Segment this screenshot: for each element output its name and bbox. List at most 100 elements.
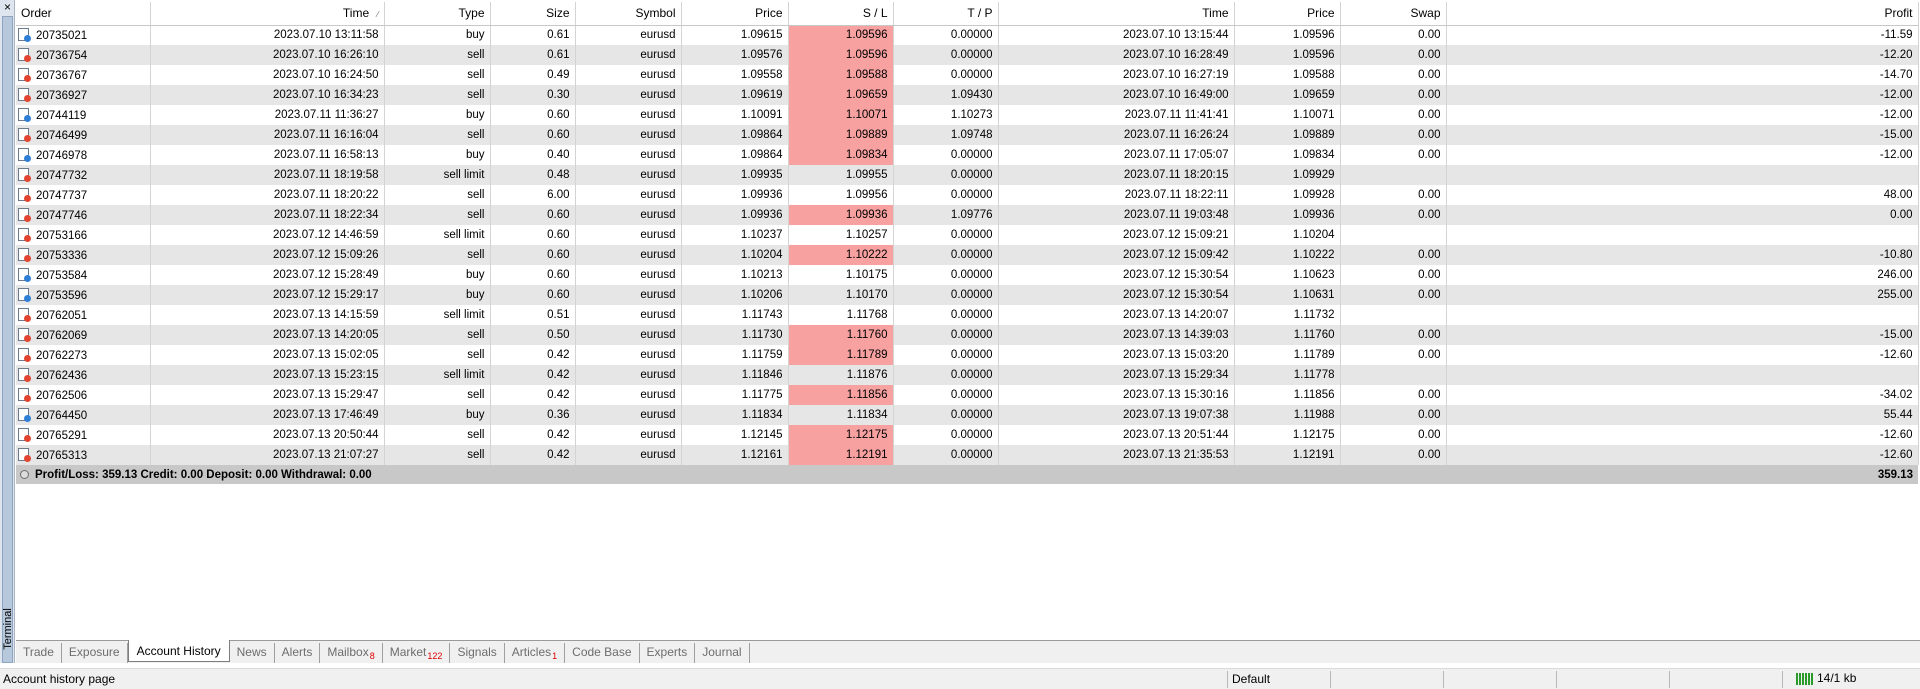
swap-cell: 0.00	[1340, 105, 1447, 125]
order-number: 20765313	[36, 450, 88, 462]
table-row[interactable]: 20762506 2023.07.13 15:29:47 sell 0.42 eurus…	[16, 385, 1919, 405]
close-price-cell: 1.11732	[1234, 305, 1341, 325]
order-number: 20753166	[36, 230, 88, 242]
swap-cell: 0.00	[1340, 85, 1447, 105]
tab-badge: 1	[552, 651, 558, 662]
open-price-cell: 1.09864	[681, 145, 789, 165]
table-row[interactable]: 20746978 2023.07.11 16:58:13 buy 0.40 eurusd…	[16, 145, 1919, 165]
tab-experts[interactable]: Experts	[640, 643, 696, 663]
type-cell: buy	[384, 265, 491, 285]
sl-cell: 1.11768	[788, 305, 894, 325]
col-tp-header[interactable]: T / P	[893, 2, 999, 26]
table-row[interactable]: 20753584 2023.07.12 15:28:49 buy 0.60 eurusd…	[16, 265, 1919, 285]
table-row[interactable]: 20736767 2023.07.10 16:24:50 sell 0.49 eurus…	[16, 65, 1919, 85]
tab-journal[interactable]: Journal	[695, 643, 750, 663]
table-row[interactable]: 20762051 2023.07.13 14:15:59 sell limit 0.5…	[16, 305, 1919, 325]
profit-cell	[1446, 365, 1919, 385]
tab-market[interactable]: Market122	[383, 643, 451, 663]
open-time-cell: 2023.07.10 16:24:50	[150, 65, 385, 85]
col-size-header[interactable]: Size	[490, 2, 576, 26]
tab-signals[interactable]: Signals	[450, 643, 505, 663]
close-price-cell: 1.09929	[1234, 165, 1341, 185]
table-row[interactable]: 20747737 2023.07.11 18:20:22 sell 6.00 eurus…	[16, 185, 1919, 205]
open-price-cell: 1.11775	[681, 385, 789, 405]
table-row[interactable]: 20762273 2023.07.13 15:02:05 sell 0.42 eurus…	[16, 345, 1919, 365]
col-price-header[interactable]: Price	[681, 2, 789, 26]
col-order-header[interactable]: Order	[16, 2, 151, 26]
open-price-cell: 1.09936	[681, 185, 789, 205]
type-cell: sell	[384, 425, 491, 445]
open-price-cell: 1.09576	[681, 45, 789, 65]
size-cell: 0.40	[490, 145, 576, 165]
col-swap-header[interactable]: Swap	[1340, 2, 1447, 26]
col-close-price-header[interactable]: Price	[1234, 2, 1341, 26]
tab-code-base[interactable]: Code Base	[565, 643, 640, 663]
table-row[interactable]: 20762436 2023.07.13 15:23:15 sell limit 0.4…	[16, 365, 1919, 385]
open-price-cell: 1.09864	[681, 125, 789, 145]
tab-label: Code Base	[572, 645, 632, 659]
close-icon[interactable]: ×	[1, 1, 14, 14]
tab-mailbox[interactable]: Mailbox8	[320, 643, 383, 663]
sl-cell: 1.11834	[788, 405, 894, 425]
sl-cell: 1.11876	[788, 365, 894, 385]
tab-alerts[interactable]: Alerts	[275, 643, 321, 663]
open-time-cell: 2023.07.12 15:28:49	[150, 265, 385, 285]
signal-bars-icon	[1796, 671, 1813, 685]
col-profit-header[interactable]: Profit	[1446, 2, 1919, 26]
col-sl-header[interactable]: S / L	[788, 2, 894, 26]
symbol-cell: eurusd	[575, 345, 682, 365]
open-price-cell: 1.10206	[681, 285, 789, 305]
table-row[interactable]: 20736754 2023.07.10 16:26:10 sell 0.61 eurus…	[16, 45, 1919, 65]
table-row[interactable]: 20747732 2023.07.11 18:19:58 sell limit 0.4…	[16, 165, 1919, 185]
swap-cell: 0.00	[1340, 245, 1447, 265]
order-cell: 20762273	[16, 345, 151, 365]
col-symbol-header[interactable]: Symbol	[575, 2, 682, 26]
swap-cell	[1340, 225, 1447, 245]
table-row[interactable]: 20736927 2023.07.10 16:34:23 sell 0.30 eurus…	[16, 85, 1919, 105]
table-row[interactable]: 20765313 2023.07.13 21:07:27 sell 0.42 eurus…	[16, 445, 1919, 465]
order-number: 20762051	[36, 310, 88, 322]
order-cell: 20746978	[16, 145, 151, 165]
symbol-cell: eurusd	[575, 385, 682, 405]
table-row[interactable]: 20753336 2023.07.12 15:09:26 sell 0.60 eurus…	[16, 245, 1919, 265]
table-row[interactable]: 20762069 2023.07.13 14:20:05 sell 0.50 eurus…	[16, 325, 1919, 345]
order-cell: 20736754	[16, 45, 151, 65]
order-cell: 20747732	[16, 165, 151, 185]
close-price-cell: 1.11760	[1234, 325, 1341, 345]
document-order-icon	[18, 248, 31, 262]
swap-cell: 0.00	[1340, 45, 1447, 65]
tab-articles[interactable]: Articles1	[505, 643, 566, 663]
tab-label: Trade	[23, 645, 54, 659]
tab-account-history[interactable]: Account History	[127, 640, 230, 662]
tab-trade[interactable]: Trade	[16, 643, 62, 663]
tab-label: Journal	[702, 645, 742, 659]
tp-cell: 0.00000	[893, 425, 999, 445]
sl-cell: 1.11789	[788, 345, 894, 365]
open-price-cell: 1.10204	[681, 245, 789, 265]
open-time-cell: 2023.07.12 14:46:59	[150, 225, 385, 245]
open-price-cell: 1.09558	[681, 65, 789, 85]
tp-cell: 0.00000	[893, 285, 999, 305]
table-row[interactable]: 20753166 2023.07.12 14:46:59 sell limit 0.6…	[16, 225, 1919, 245]
table-row[interactable]: 20746499 2023.07.11 16:16:04 sell 0.60 eurus…	[16, 125, 1919, 145]
table-row[interactable]: 20747746 2023.07.11 18:22:34 sell 0.60 eurus…	[16, 205, 1919, 225]
table-row[interactable]: 20744119 2023.07.11 11:36:27 buy 0.60 eurusd…	[16, 105, 1919, 125]
tp-cell: 0.00000	[893, 305, 999, 325]
order-number: 20735021	[36, 30, 88, 43]
close-time-cell: 2023.07.12 15:09:21	[998, 225, 1235, 245]
table-row[interactable]: 20765291 2023.07.13 20:50:44 sell 0.42 eurus…	[16, 425, 1919, 445]
symbol-cell: eurusd	[575, 85, 682, 105]
sl-cell: 1.10257	[788, 225, 894, 245]
table-row[interactable]: 20753596 2023.07.12 15:29:17 buy 0.60 eurusd…	[16, 285, 1919, 305]
col-close-time-header[interactable]: Time	[998, 2, 1235, 26]
tab-exposure[interactable]: Exposure	[62, 643, 128, 663]
open-time-cell: 2023.07.13 17:46:49	[150, 405, 385, 425]
col-time-header[interactable]: Time ⁄	[150, 2, 385, 26]
table-row[interactable]: 20764450 2023.07.13 17:46:49 buy 0.36 eurusd…	[16, 405, 1919, 425]
table-row[interactable]: 20735021 2023.07.10 13:11:58 buy 0.61 eurusd…	[16, 25, 1919, 45]
col-type-header[interactable]: Type	[384, 2, 491, 26]
symbol-cell: eurusd	[575, 105, 682, 125]
tab-news[interactable]: News	[230, 643, 275, 663]
tp-cell: 1.09748	[893, 125, 999, 145]
close-price-cell: 1.11856	[1234, 385, 1341, 405]
